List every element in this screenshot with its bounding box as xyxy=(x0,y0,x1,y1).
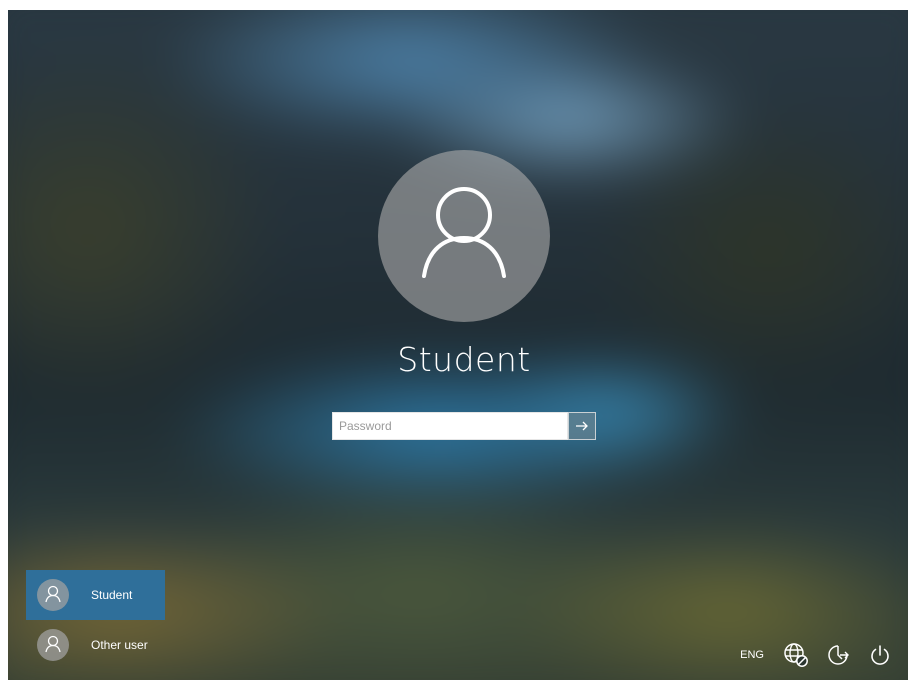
user-icon xyxy=(45,585,61,603)
power-button[interactable] xyxy=(866,641,894,669)
arrow-right-icon xyxy=(576,421,588,431)
password-input[interactable] xyxy=(332,412,568,440)
user-icon xyxy=(45,635,61,653)
user-switcher: Student Other user xyxy=(26,570,166,670)
ease-of-access-button[interactable] xyxy=(824,641,852,669)
ease-of-access-icon xyxy=(828,645,849,665)
login-screen: Student Student Other user ENG xyxy=(8,10,908,680)
user-avatar-small xyxy=(37,579,69,611)
user-avatar xyxy=(378,150,550,322)
system-tray: ENG xyxy=(740,640,894,670)
user-item-label: Student xyxy=(91,588,133,602)
language-indicator[interactable]: ENG xyxy=(740,649,764,661)
user-item-label: Other user xyxy=(91,638,148,652)
user-item-student[interactable]: Student xyxy=(26,570,165,620)
network-icon xyxy=(784,643,808,667)
username-label: Student xyxy=(397,340,531,379)
user-icon xyxy=(422,187,506,278)
password-form xyxy=(332,412,596,440)
power-icon xyxy=(871,645,889,665)
user-avatar-small xyxy=(37,629,69,661)
network-button[interactable] xyxy=(782,641,810,669)
submit-button[interactable] xyxy=(568,412,596,440)
user-item-other-user[interactable]: Other user xyxy=(26,620,165,670)
